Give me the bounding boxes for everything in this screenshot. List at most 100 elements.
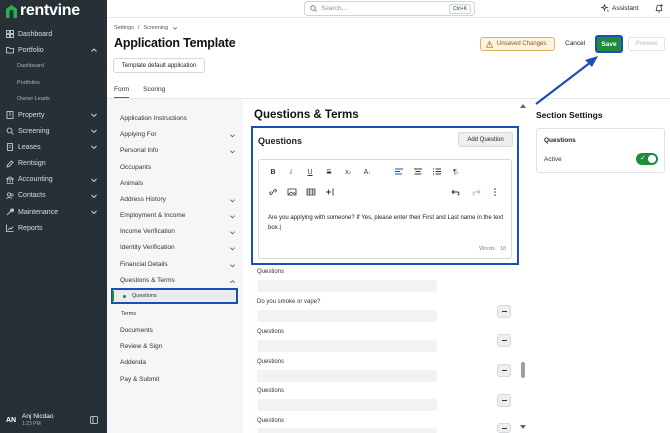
sidebar-item-dashboard[interactable]: Dashboard xyxy=(0,26,107,42)
rich-text-editor[interactable]: B i U S x2 A ↕ ¶ ↕ Are you applying with s… xyxy=(258,159,512,259)
tab-scoring[interactable]: Scoring xyxy=(143,86,165,98)
subscript-icon[interactable]: x2 xyxy=(343,167,353,177)
align-left-icon[interactable] xyxy=(394,167,404,177)
link-icon[interactable] xyxy=(268,187,278,197)
chevron-down-icon[interactable] xyxy=(90,208,98,216)
add-question-button[interactable]: Add Question xyxy=(458,132,513,147)
section-occupants[interactable]: Occupants xyxy=(120,164,151,171)
cancel-button[interactable]: Cancel xyxy=(565,40,585,47)
chevron-down-icon[interactable] xyxy=(229,213,236,220)
chevron-down-icon[interactable] xyxy=(172,25,178,31)
underline-icon[interactable]: U xyxy=(305,167,315,177)
chevron-down-icon[interactable] xyxy=(229,197,236,204)
section-application-instructions[interactable]: Application Instructions xyxy=(120,115,187,122)
section-questions-terms[interactable]: Questions & Terms xyxy=(120,277,175,284)
question-input[interactable] xyxy=(257,340,437,352)
breadcrumb-settings[interactable]: Settings xyxy=(114,25,134,31)
question-input[interactable] xyxy=(257,370,437,382)
save-button[interactable]: Save xyxy=(595,35,623,53)
scroll-up-arrow[interactable] xyxy=(520,104,526,108)
remove-question-button[interactable] xyxy=(497,394,511,407)
remove-question-button[interactable] xyxy=(497,423,511,433)
editor-content[interactable]: Are you applying with someone? If Yes, p… xyxy=(268,213,508,233)
sidebar-item-portfolio[interactable]: Portfolio xyxy=(0,42,107,58)
sidebar-subitem-owner-leads[interactable]: Owner Leads xyxy=(0,91,107,107)
sidebar-item-rentsign[interactable]: Rentsign xyxy=(0,156,107,172)
collapse-sidebar-icon[interactable] xyxy=(90,416,98,424)
section-sub-questions[interactable]: Questions xyxy=(111,288,238,304)
scroll-down-arrow[interactable] xyxy=(520,425,526,429)
image-icon[interactable] xyxy=(287,187,297,197)
chevron-up-icon[interactable] xyxy=(90,46,98,54)
more-vertical-icon[interactable] xyxy=(490,187,500,197)
toggle-knob xyxy=(648,155,656,163)
list-icon[interactable] xyxy=(432,167,442,177)
remove-question-button[interactable] xyxy=(497,305,511,318)
sidebar-item-leases[interactable]: Leases xyxy=(0,139,107,155)
section-identity-verification[interactable]: Identity Verification xyxy=(120,244,175,251)
section-address-history[interactable]: Address History xyxy=(120,196,166,203)
preview-button[interactable]: Preview xyxy=(628,37,665,51)
assistant-button[interactable]: Assistant xyxy=(601,4,638,12)
section-review-sign[interactable]: Review & Sign xyxy=(120,343,162,350)
remove-question-button[interactable] xyxy=(497,334,511,347)
section-sub-terms[interactable]: Terms xyxy=(111,306,238,322)
paragraph-icon[interactable]: ¶ ↕ xyxy=(451,167,461,177)
user-info: Anj Nicdao 1:23 PM xyxy=(22,413,53,427)
chevron-down-icon[interactable] xyxy=(90,127,98,135)
question-input[interactable] xyxy=(257,280,437,292)
section-income-verification[interactable]: Income Verification xyxy=(120,228,175,235)
bell-icon[interactable] xyxy=(655,4,663,13)
redo-icon[interactable] xyxy=(471,187,481,197)
bold-icon[interactable]: B xyxy=(268,167,278,177)
strikethrough-icon[interactable]: S xyxy=(324,167,334,177)
user-profile[interactable]: AN Anj Nicdao 1:23 PM xyxy=(0,407,107,433)
question-input[interactable] xyxy=(257,310,437,322)
chevron-down-icon[interactable] xyxy=(229,262,236,269)
unsaved-changes-badge: Unsaved Changes xyxy=(480,37,555,51)
sidebar-item-accounting[interactable]: Accounting xyxy=(0,172,107,188)
align-center-icon[interactable] xyxy=(413,167,423,177)
section-documents[interactable]: Documents xyxy=(120,327,153,334)
template-default-button[interactable]: Template default application xyxy=(113,58,205,73)
search-input[interactable]: Search... Ctrl+K xyxy=(304,1,475,16)
question-input[interactable] xyxy=(257,428,437,433)
chevron-down-icon[interactable] xyxy=(90,143,98,151)
question-input[interactable] xyxy=(257,399,437,411)
chevron-up-icon[interactable] xyxy=(229,278,236,285)
chevron-down-icon[interactable] xyxy=(229,148,236,155)
chevron-down-icon[interactable] xyxy=(90,192,98,200)
lease-icon xyxy=(6,143,14,152)
chevron-down-icon[interactable] xyxy=(90,176,98,184)
sidebar-item-maintenance[interactable]: Maintenance xyxy=(0,204,107,220)
scrollbar-thumb[interactable] xyxy=(521,362,525,378)
chevron-down-icon[interactable] xyxy=(229,229,236,236)
chevron-down-icon[interactable] xyxy=(229,245,236,252)
section-financial-details[interactable]: Financial Details xyxy=(120,261,168,268)
italic-icon[interactable]: i xyxy=(286,167,296,177)
table-icon[interactable] xyxy=(306,187,316,197)
sidebar-item-contacts[interactable]: Contacts xyxy=(0,188,107,204)
sidebar-item-property[interactable]: Property xyxy=(0,107,107,123)
chevron-down-icon[interactable] xyxy=(229,132,236,139)
active-indicator xyxy=(112,291,114,301)
section-personal-info[interactable]: Personal Info xyxy=(120,147,158,154)
logo[interactable]: rentvine xyxy=(6,2,80,19)
remove-question-button[interactable] xyxy=(497,364,511,377)
section-animals[interactable]: Animals xyxy=(120,180,143,187)
section-applying-for[interactable]: Applying For xyxy=(120,131,157,138)
breadcrumb-screening[interactable]: Screening xyxy=(143,25,168,31)
section-addenda[interactable]: Addenda xyxy=(120,359,146,366)
section-employment-income[interactable]: Employment & Income xyxy=(120,212,185,219)
sidebar-subitem-portfolios[interactable]: Portfolios xyxy=(0,75,107,91)
insert-block-icon[interactable] xyxy=(325,187,335,197)
sidebar-subitem-dashboard[interactable]: Dashboard xyxy=(0,58,107,74)
undo-icon[interactable] xyxy=(451,187,461,197)
font-size-icon[interactable]: A ↕ xyxy=(362,167,372,177)
sidebar-item-screening[interactable]: Screening xyxy=(0,123,107,139)
tab-form[interactable]: Form xyxy=(114,86,130,98)
section-pay-submit[interactable]: Pay & Submit xyxy=(120,376,159,383)
chevron-down-icon[interactable] xyxy=(90,111,98,119)
active-toggle[interactable]: ✓ xyxy=(636,153,658,165)
sidebar-item-reports[interactable]: Reports xyxy=(0,220,107,236)
